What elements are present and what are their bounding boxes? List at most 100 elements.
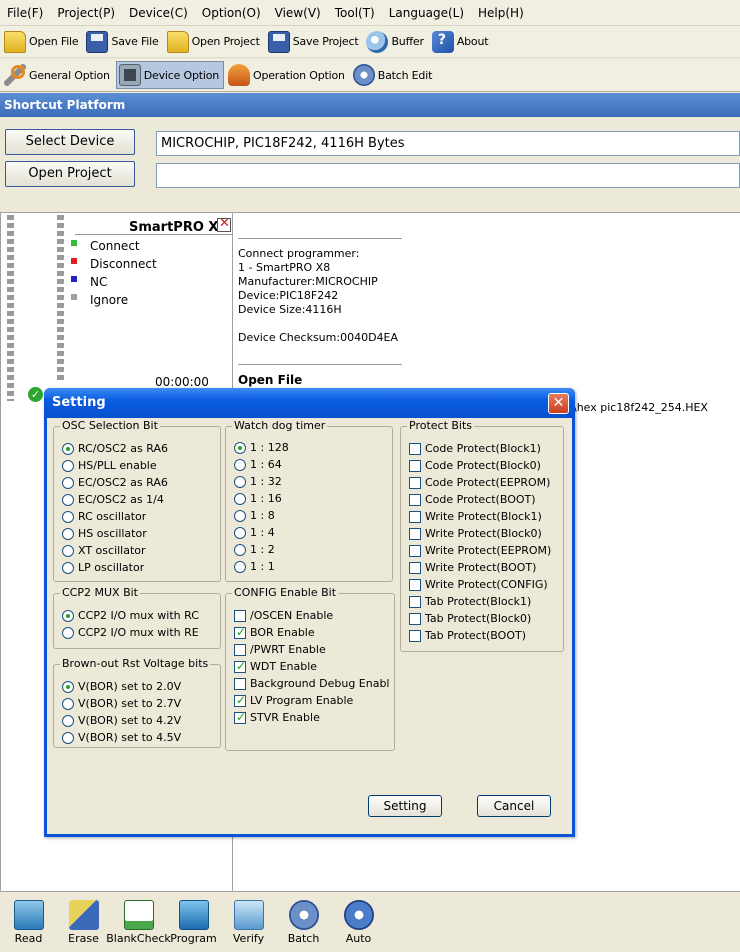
batch-edit-button[interactable]: Batch Edit: [351, 61, 436, 89]
protect-option[interactable]: Code Protect(BOOT): [409, 493, 536, 506]
osc-option[interactable]: HS/PLL enable: [62, 459, 157, 472]
wdt-option[interactable]: 1 : 64: [234, 458, 282, 471]
menu-device[interactable]: Device(C): [122, 0, 195, 26]
checkbox[interactable]: [409, 629, 421, 642]
config-option[interactable]: STVR Enable: [234, 711, 320, 724]
radio-button[interactable]: [234, 492, 246, 505]
config-option[interactable]: LV Program Enable: [234, 694, 353, 707]
wdt-option[interactable]: 1 : 4: [234, 526, 275, 539]
program-button[interactable]: Program: [169, 892, 218, 952]
config-option[interactable]: /PWRT Enable: [234, 643, 326, 656]
radio-button[interactable]: [62, 442, 74, 455]
radio-button[interactable]: [62, 527, 74, 540]
protect-option[interactable]: Write Protect(BOOT): [409, 561, 536, 574]
config-option[interactable]: /OSCEN Enable: [234, 609, 333, 622]
radio-button[interactable]: [62, 476, 74, 489]
protect-option[interactable]: Tab Protect(BOOT): [409, 629, 526, 642]
menu-option[interactable]: Option(O): [195, 0, 268, 26]
radio-button[interactable]: [234, 475, 246, 488]
menu-project[interactable]: Project(P): [50, 0, 122, 26]
bor-option[interactable]: V(BOR) set to 2.7V: [62, 697, 181, 710]
about-button[interactable]: About: [430, 28, 493, 56]
radio-button[interactable]: [234, 458, 246, 471]
radio-button[interactable]: [62, 609, 74, 622]
protect-option[interactable]: Write Protect(EEPROM): [409, 544, 551, 557]
radio-button[interactable]: [62, 731, 74, 744]
checkbox[interactable]: [234, 677, 246, 690]
osc-option[interactable]: XT oscillator: [62, 544, 146, 557]
radio-button[interactable]: [234, 526, 246, 539]
menu-help[interactable]: Help(H): [471, 0, 531, 26]
wdt-option[interactable]: 1 : 2: [234, 543, 275, 556]
radio-button[interactable]: [62, 544, 74, 557]
open-project-button[interactable]: Open Project: [5, 161, 135, 187]
radio-button[interactable]: [234, 543, 246, 556]
operation-option-button[interactable]: Operation Option: [226, 61, 349, 89]
checkbox[interactable]: [234, 694, 246, 707]
checkbox[interactable]: [409, 561, 421, 574]
ccp2-option[interactable]: CCP2 I/O mux with RC: [62, 609, 218, 622]
checkbox[interactable]: [409, 442, 421, 455]
checkbox[interactable]: [409, 493, 421, 506]
radio-button[interactable]: [62, 459, 74, 472]
wdt-option[interactable]: 1 : 128: [234, 441, 289, 454]
checkbox[interactable]: [234, 643, 246, 656]
checkbox[interactable]: [409, 612, 421, 625]
checkbox[interactable]: [409, 476, 421, 489]
protect-option[interactable]: Tab Protect(Block0): [409, 612, 531, 625]
config-option[interactable]: WDT Enable: [234, 660, 317, 673]
radio-button[interactable]: [62, 697, 74, 710]
osc-option[interactable]: RC/OSC2 as RA6: [62, 442, 168, 455]
device-field[interactable]: MICROCHIP, PIC18F242, 4116H Bytes: [156, 131, 740, 156]
menu-view[interactable]: View(V): [268, 0, 328, 26]
cancel-button[interactable]: Cancel: [477, 795, 551, 817]
radio-button[interactable]: [62, 680, 74, 693]
bor-option[interactable]: V(BOR) set to 4.2V: [62, 714, 181, 727]
radio-button[interactable]: [62, 626, 74, 639]
save-project-button[interactable]: Save Project: [266, 28, 363, 56]
select-device-button[interactable]: Select Device: [5, 129, 135, 155]
open-file-button[interactable]: Open File: [2, 28, 82, 56]
checkbox[interactable]: [234, 711, 246, 724]
protect-option[interactable]: Code Protect(Block0): [409, 459, 541, 472]
auto-button[interactable]: Auto: [334, 892, 383, 952]
config-option[interactable]: Background Debug Enabl: [234, 677, 394, 690]
checkbox[interactable]: [409, 459, 421, 472]
buffer-button[interactable]: Buffer: [364, 28, 427, 56]
radio-button[interactable]: [62, 510, 74, 523]
checkbox[interactable]: [409, 510, 421, 523]
menu-tool[interactable]: Tool(T): [328, 0, 382, 26]
protect-option[interactable]: Write Protect(CONFIG): [409, 578, 548, 591]
setting-button[interactable]: Setting: [368, 795, 442, 817]
bor-option[interactable]: V(BOR) set to 2.0V: [62, 680, 181, 693]
checkbox[interactable]: [234, 660, 246, 673]
wdt-option[interactable]: 1 : 1: [234, 560, 275, 573]
menu-language[interactable]: Language(L): [382, 0, 471, 26]
osc-option[interactable]: EC/OSC2 as RA6: [62, 476, 168, 489]
save-file-button[interactable]: Save File: [84, 28, 162, 56]
checkbox[interactable]: [409, 544, 421, 557]
config-option[interactable]: BOR Enable: [234, 626, 315, 639]
osc-option[interactable]: HS oscillator: [62, 527, 147, 540]
osc-option[interactable]: EC/OSC2 as 1/4: [62, 493, 164, 506]
protect-option[interactable]: Code Protect(EEPROM): [409, 476, 550, 489]
erase-button[interactable]: Erase: [59, 892, 108, 952]
radio-button[interactable]: [62, 714, 74, 727]
radio-button[interactable]: [234, 441, 246, 454]
checkbox[interactable]: [409, 578, 421, 591]
checkbox[interactable]: [409, 527, 421, 540]
read-button[interactable]: Read: [4, 892, 53, 952]
device-option-button[interactable]: Device Option: [115, 61, 224, 89]
wdt-option[interactable]: 1 : 32: [234, 475, 282, 488]
protect-option[interactable]: Tab Protect(Block1): [409, 595, 531, 608]
osc-option[interactable]: LP oscillator: [62, 561, 144, 574]
osc-option[interactable]: RC oscillator: [62, 510, 146, 523]
radio-button[interactable]: [234, 509, 246, 522]
protect-option[interactable]: Write Protect(Block0): [409, 527, 542, 540]
disconnect-programmer-icon[interactable]: [217, 216, 231, 232]
menu-file[interactable]: File(F): [0, 0, 50, 26]
radio-button[interactable]: [62, 561, 74, 574]
bor-option[interactable]: V(BOR) set to 4.5V: [62, 731, 181, 744]
radio-button[interactable]: [62, 493, 74, 506]
verify-button[interactable]: Verify: [224, 892, 273, 952]
